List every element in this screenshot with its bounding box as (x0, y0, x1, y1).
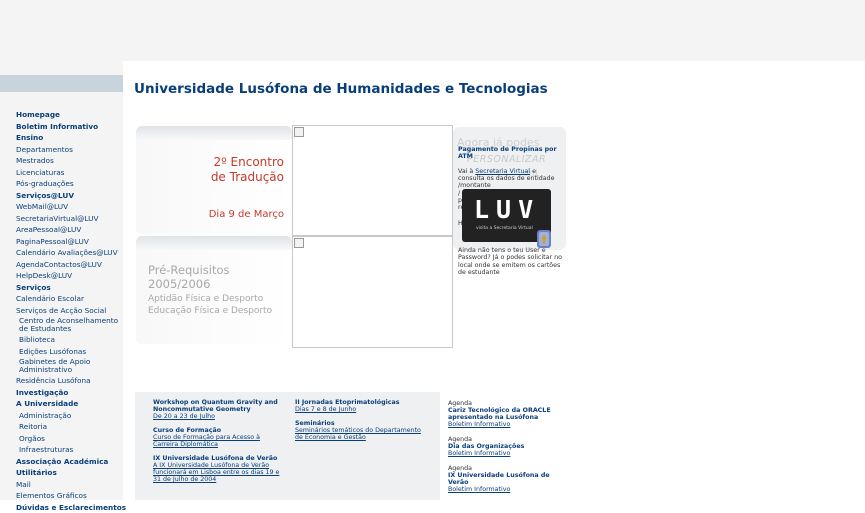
news-item: II Jornadas Etoprimatológicas Dias 7 e 8 … (295, 399, 427, 413)
news-title: Curso de Formação (153, 427, 222, 434)
news-column-left: Workshop on Quantum Gravity and Noncommu… (153, 399, 285, 490)
nav-link[interactable]: Residência Lusófona (16, 375, 121, 387)
agenda-link[interactable]: Boletim Informativo (448, 486, 568, 493)
news-item: Workshop on Quantum Gravity and Noncommu… (153, 399, 285, 420)
agenda-label: Agenda (448, 465, 473, 472)
nav-link[interactable]: Departamentos (16, 144, 121, 156)
agenda-label: Agenda (448, 436, 473, 443)
agenda-title: IX Universidade Lusófona de Verão (448, 472, 550, 486)
news-link[interactable]: De 20 a 23 de Julho (153, 413, 285, 420)
news-link[interactable]: A IX Universidade Lusófona de Verão func… (153, 462, 285, 483)
news-link[interactable]: Dias 7 e 8 de Junho (295, 406, 427, 413)
banner-top-strip (136, 236, 292, 250)
nav-link[interactable]: A Universidade (16, 398, 121, 410)
broken-image-icon (294, 127, 304, 137)
banner-pre-requisitos[interactable]: Pré-Requisitos 2005/2006 Aptidão Física … (136, 236, 292, 344)
news-panel: Workshop on Quantum Gravity and Noncommu… (135, 392, 440, 500)
nav-link[interactable]: Calendário Avaliações@LUV (16, 247, 121, 259)
banner-body: Pré-Requisitos 2005/2006 Aptidão Física … (136, 250, 292, 344)
agenda-link[interactable]: Boletim Informativo (448, 421, 568, 428)
nav-link[interactable]: Edições Lusófonas (16, 346, 121, 358)
banner-title-line2: 2005/2006 (148, 277, 211, 291)
nav-link[interactable]: Gabinetes de Apoio Administrativo (16, 357, 121, 375)
secretaria-virtual-link[interactable]: Secretaria Virtual (475, 168, 530, 175)
propinas-text-before: Vai à (458, 168, 476, 175)
banner-title-line1: Pré-Requisitos (148, 263, 230, 277)
nav-link[interactable]: Investigação (16, 387, 121, 399)
luv-logo-text: LUV (474, 195, 541, 224)
nav-link[interactable]: Infraestruturas (16, 444, 121, 456)
nav-link[interactable]: Mail (16, 479, 121, 491)
news-item: Curso de Formação Curso de Formação para … (153, 427, 285, 448)
nav-link[interactable]: Pós-graduações (16, 178, 121, 190)
broken-image-1[interactable] (292, 125, 453, 236)
banner-title-line1: 2º Encontro (213, 155, 284, 169)
nav-link[interactable]: Centro de Aconselhamento de Estudantes (16, 316, 121, 334)
propinas-title: Pagamento de Propinas por ATM (458, 146, 557, 160)
news-item: IX Universidade Lusófona de Verão A IX Un… (153, 455, 285, 483)
nav-link[interactable]: Mestrados (16, 155, 121, 167)
nav-link[interactable]: Calendário Escolar (16, 293, 121, 305)
nav-link[interactable]: Serviços@LUV (16, 190, 121, 202)
banner-subtitle-line4: Educação Física e Desporto (148, 306, 273, 316)
agenda-label: Agenda (448, 400, 473, 407)
news-title: IX Universidade Lusófona de Verão (153, 455, 278, 462)
nav-link[interactable]: Biblioteca (16, 334, 121, 346)
banner-body: 2º Encontro de Tradução Dia 9 de Março (136, 140, 292, 234)
banner-date: Dia 9 de Março (208, 209, 284, 220)
nav-link[interactable]: Serviços de Acção Social (16, 305, 121, 317)
nav-link[interactable]: Serviços (16, 282, 121, 294)
propinas-under-text: Ainda não tens o teu User e Password? Já… (458, 247, 562, 277)
nav-link[interactable]: AgendaContactos@LUV (16, 259, 121, 271)
nav-link[interactable]: Administração (16, 410, 121, 422)
agenda-title: Dia das Organizações (448, 443, 525, 450)
nav-link[interactable]: Orgãos (16, 433, 121, 445)
nav-link[interactable]: Ensino (16, 132, 121, 144)
broken-image-2[interactable] (292, 236, 453, 348)
agenda-item: Agenda Dia das Organizações Boletim Inform… (448, 436, 568, 457)
nav-link[interactable]: Dúvidas e Esclarecimentos (16, 502, 126, 513)
agenda-link[interactable]: Boletim Informativo (448, 450, 568, 457)
agenda-item: Agenda IX Universidade Lusófona de Verão B… (448, 465, 568, 493)
nav-link[interactable]: Boletim Informativo (16, 121, 121, 133)
news-item: Seminários Seminários temáticos do Depart… (295, 420, 427, 441)
nav-link[interactable]: SecretariaVirtual@LUV (16, 213, 121, 225)
nav-link[interactable]: Associação Académica (16, 456, 121, 468)
nav-link[interactable]: Homepage (16, 109, 121, 121)
banner-encontro-traducao[interactable]: 2º Encontro de Tradução Dia 9 de Março (136, 126, 292, 234)
sidebar-header-stripe (0, 75, 123, 92)
nav-link[interactable]: PaginaPessoal@LUV (16, 236, 121, 248)
nav-link[interactable]: WebMail@LUV (16, 201, 121, 213)
page-title: Universidade Lusófona de Humanidades e T… (134, 81, 548, 97)
nav-link[interactable]: Utilitários (16, 467, 121, 479)
agenda-list: Agenda Cariz Tecnológico da ORACLE aprese… (448, 400, 568, 501)
news-title: Seminários (295, 420, 335, 427)
banner-subtitle-line3: Aptidão Física e Desporto (148, 294, 264, 304)
nav-link[interactable]: Reitoria (16, 421, 121, 433)
news-column-right: II Jornadas Etoprimatológicas Dias 7 e 8 … (295, 399, 427, 448)
news-title: II Jornadas Etoprimatológicas (295, 399, 400, 406)
agenda-title: Cariz Tecnológico da ORACLE apresentado … (448, 407, 551, 421)
news-link[interactable]: Seminários temáticos do Departamento de … (295, 427, 427, 441)
news-link[interactable]: Curso de Formação para Acesso à Carreira… (153, 434, 285, 448)
broken-image-icon (294, 238, 304, 248)
agenda-item: Agenda Cariz Tecnológico da ORACLE aprese… (448, 400, 568, 428)
news-title: Workshop on Quantum Gravity and Noncommu… (153, 399, 278, 413)
luv-subtitle: visita a Secretaria Virtual (476, 226, 533, 231)
nav-link[interactable]: AreaPessoal@LUV (16, 224, 121, 236)
banner-title-line2: de Tradução (210, 170, 284, 184)
nav-link[interactable]: Elementos Gráficos (16, 490, 121, 502)
nav-link[interactable]: HelpDesk@LUV (16, 270, 121, 282)
luv-secretaria-button[interactable]: LUV visita a Secretaria Virtual (462, 189, 551, 248)
top-banner (0, 0, 865, 61)
main-navigation: Homepage Boletim Informativo Ensino Departa… (16, 109, 126, 513)
banner-top-strip (136, 126, 292, 140)
nav-link[interactable]: Licenciaturas (16, 167, 121, 179)
